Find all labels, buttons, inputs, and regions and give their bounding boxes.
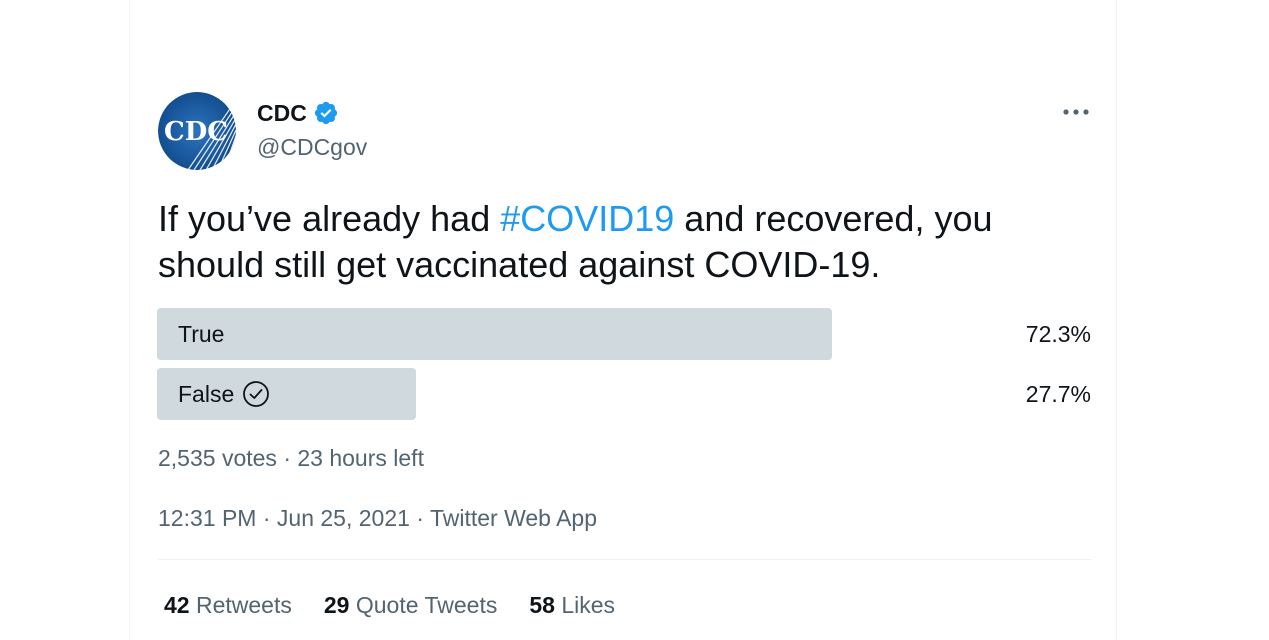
author-handle[interactable]: @CDCgov: [257, 132, 367, 162]
tweet-time: 12:31 PM: [158, 505, 257, 531]
poll-summary: 2,535 votes · 23 hours left: [158, 443, 424, 473]
quote-tweets-count: 29: [323, 592, 350, 618]
poll-option-true: True 72.3%: [157, 308, 1091, 360]
separator: ·: [416, 505, 424, 531]
poll-option-text: True: [178, 320, 225, 347]
more-icon: [1063, 109, 1089, 115]
poll-option-text: False: [178, 380, 235, 407]
poll-option-percent: 27.7%: [1025, 380, 1091, 407]
tweet-text-before: If you’ve already had: [158, 198, 501, 239]
retweets-stat[interactable]: 42 Retweets: [164, 590, 292, 620]
poll-option-false: False 27.7%: [157, 368, 1091, 420]
poll-bar-true: [157, 308, 832, 360]
divider: [158, 559, 1092, 560]
poll-time-left: 23 hours left: [297, 445, 424, 471]
poll-option-percent: 72.3%: [1025, 320, 1091, 347]
avatar[interactable]: CDC: [158, 92, 236, 170]
quote-tweets-stat[interactable]: 29 Quote Tweets: [324, 590, 497, 620]
retweets-count: 42: [164, 592, 190, 618]
likes-count: 58: [529, 592, 555, 618]
quote-tweets-label: Quote Tweets: [355, 592, 498, 618]
tweet-timestamp-row: 12:31 PM · Jun 25, 2021 · Twitter Web Ap…: [158, 503, 597, 533]
more-options-button[interactable]: [1054, 96, 1098, 128]
poll-votes: 2,535 votes: [158, 445, 277, 471]
tweet-time-link[interactable]: 12:31 PM · Jun 25, 2021: [158, 505, 410, 531]
tweet-source-link[interactable]: Twitter Web App: [430, 505, 597, 531]
separator: ·: [283, 445, 291, 471]
engagement-stats: 42 Retweets 29 Quote Tweets 58 Likes: [164, 590, 615, 620]
cdc-logo-icon: CDC: [158, 92, 236, 170]
separator: ·: [262, 505, 271, 531]
retweets-label: Retweets: [195, 592, 292, 618]
author-name-row[interactable]: CDC: [257, 99, 339, 127]
poll-option-label: True: [178, 308, 224, 360]
tweet-detail: CDC CDC @CDCgov If you’ve already had #C…: [129, 0, 1117, 640]
likes-stat[interactable]: 58 Likes: [529, 590, 615, 620]
check-circle-icon: [243, 381, 270, 407]
tweet-date: Jun 25, 2021: [276, 505, 410, 531]
verified-badge-icon: [313, 100, 339, 126]
poll-option-label: False: [178, 368, 270, 420]
hashtag-link[interactable]: #COVID19: [500, 198, 674, 239]
likes-label: Likes: [561, 592, 616, 618]
tweet-text: If you’ve already had #COVID19 and recov…: [158, 196, 1058, 288]
avatar-text: CDC: [164, 117, 228, 147]
author-name[interactable]: CDC: [257, 99, 307, 127]
